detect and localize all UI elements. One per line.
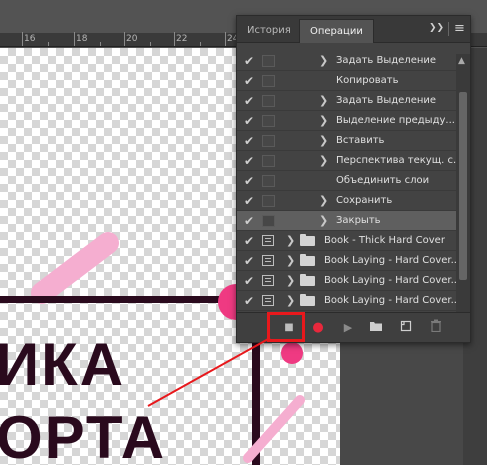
photoshop-workspace: 16 18 20 22 24 ИКА ОРТА История Операции… (0, 0, 487, 465)
annotation-arrow-line (147, 337, 271, 407)
